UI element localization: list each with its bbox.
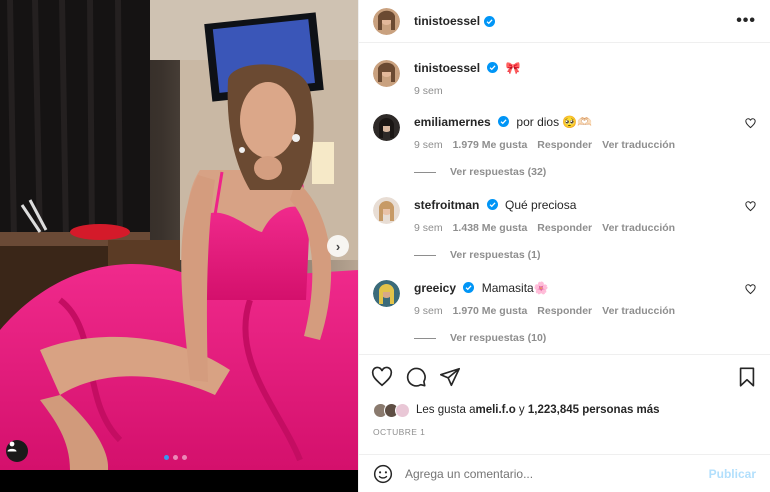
comment-item: stefroitman Qué preciosa 9 sem 1.438 Me …	[373, 197, 756, 261]
avatar[interactable]	[373, 197, 400, 224]
view-replies-button[interactable]: Ver respuestas (10)	[414, 332, 756, 344]
caption-text: 🎀	[505, 61, 521, 75]
comment-text: por dios 🥺🫶🏻	[516, 115, 593, 129]
replies-divider	[414, 254, 436, 256]
comment-time[interactable]: 9 sem	[414, 139, 443, 151]
caption-time[interactable]: 9 sem	[414, 85, 443, 97]
add-comment-bar: Publicar	[359, 454, 770, 492]
save-bookmark-icon[interactable]	[736, 366, 758, 388]
likes-summary[interactable]: Les gusta a meli.f.o y 1,223,845 persona…	[359, 399, 770, 421]
photo-illustration	[0, 0, 358, 470]
likes-joiner: y	[515, 404, 528, 416]
photo-bottom-bar	[0, 470, 358, 492]
comment-body: emiliamernes por dios 🥺🫶🏻	[414, 114, 756, 130]
view-replies-button[interactable]: Ver respuestas (32)	[414, 166, 756, 178]
instagram-post-modal: › tinistoessel ••• tinistoessel 🎀 9 sem …	[0, 0, 770, 492]
caption-body: tinistoessel 🎀	[414, 60, 756, 76]
view-replies-label: Ver respuestas (10)	[450, 332, 547, 344]
replies-divider	[414, 337, 436, 339]
action-icons-row	[359, 355, 770, 399]
likes-count[interactable]: 1,223,845 personas más	[528, 404, 660, 416]
caption-username[interactable]: tinistoessel	[414, 61, 480, 75]
post-header: tinistoessel •••	[359, 0, 770, 43]
avatar[interactable]	[373, 114, 400, 141]
author-avatar-image	[373, 7, 400, 35]
comment-item: greeicy Mamasita🌸 9 sem 1.970 Me gusta R…	[373, 280, 756, 344]
avatar[interactable]	[373, 60, 400, 87]
like-heart-icon[interactable]	[371, 366, 393, 388]
caption-meta: 9 sem	[414, 85, 756, 97]
like-comment-heart-icon[interactable]	[745, 284, 756, 295]
view-replies-button[interactable]: Ver respuestas (1)	[414, 249, 756, 261]
verified-badge-icon	[463, 282, 475, 293]
carousel-dot	[173, 455, 178, 460]
caption: tinistoessel 🎀 9 sem	[373, 60, 756, 97]
commenter-avatar-image	[373, 280, 400, 307]
reply-button[interactable]: Responder	[537, 139, 592, 151]
comment-username[interactable]: greeicy	[414, 281, 456, 295]
author-username[interactable]: tinistoessel	[414, 14, 480, 28]
comment-item: emiliamernes por dios 🥺🫶🏻 9 sem 1.979 Me…	[373, 114, 756, 178]
post-date[interactable]: OCTUBRE 1	[359, 421, 770, 443]
comment-text: Qué preciosa	[505, 198, 577, 212]
avatar[interactable]	[373, 280, 400, 307]
comment-input[interactable]	[405, 466, 709, 481]
reply-button[interactable]: Responder	[537, 222, 592, 234]
liker-username[interactable]: meli.f.o	[475, 404, 515, 416]
comment-meta: 9 sem 1.438 Me gusta Responder Ver tradu…	[414, 222, 756, 234]
comment-time[interactable]: 9 sem	[414, 222, 443, 234]
comment-bubble-icon[interactable]	[405, 366, 427, 388]
comment-likes[interactable]: 1.979 Me gusta	[453, 139, 528, 151]
commenter-avatar-image	[373, 197, 400, 224]
translate-button[interactable]: Ver traducción	[602, 139, 675, 151]
likes-prefix: Les gusta a	[416, 404, 476, 416]
verified-badge-icon	[484, 15, 496, 27]
translate-button[interactable]: Ver traducción	[602, 222, 675, 234]
post-details-panel: tinistoessel ••• tinistoessel 🎀 9 sem em…	[358, 0, 770, 492]
liker-avatar	[395, 402, 410, 418]
avatar[interactable]	[373, 7, 400, 35]
liker-avatars	[373, 402, 410, 418]
like-comment-heart-icon[interactable]	[745, 118, 756, 129]
comment-username[interactable]: emiliamernes	[414, 115, 491, 129]
author-avatar-image	[373, 60, 400, 87]
commenter-avatar-image	[373, 114, 400, 141]
publish-button[interactable]: Publicar	[709, 467, 756, 481]
emoji-picker-icon[interactable]	[373, 464, 393, 484]
comment-meta: 9 sem 1.979 Me gusta Responder Ver tradu…	[414, 139, 756, 151]
replies-divider	[414, 171, 436, 173]
view-replies-label: Ver respuestas (32)	[450, 166, 547, 178]
translate-button[interactable]: Ver traducción	[602, 305, 675, 317]
user-icon	[7, 441, 17, 452]
comment-likes[interactable]: 1.438 Me gusta	[453, 222, 528, 234]
carousel-dot	[164, 455, 169, 460]
view-replies-label: Ver respuestas (1)	[450, 249, 541, 261]
comment-meta: 9 sem 1.970 Me gusta Responder Ver tradu…	[414, 305, 756, 317]
tagged-users-button[interactable]	[6, 440, 28, 462]
chevron-right-icon: ›	[335, 238, 341, 254]
comment-time[interactable]: 9 sem	[414, 305, 443, 317]
more-options-button[interactable]: •••	[736, 12, 756, 30]
verified-badge-icon	[486, 199, 498, 210]
carousel-next-button[interactable]: ›	[327, 235, 349, 257]
verified-badge-icon	[487, 62, 499, 73]
comment-username[interactable]: stefroitman	[414, 198, 479, 212]
carousel-dot	[182, 455, 187, 460]
post-actions: Les gusta a meli.f.o y 1,223,845 persona…	[359, 354, 770, 443]
comment-body: stefroitman Qué preciosa	[414, 197, 756, 213]
verified-badge-icon	[498, 116, 510, 127]
comment-text: Mamasita🌸	[481, 281, 549, 295]
share-paper-plane-icon[interactable]	[439, 366, 461, 388]
comments-list: tinistoessel 🎀 9 sem emiliamernes por di…	[359, 44, 770, 354]
post-photo: ›	[0, 0, 358, 470]
comment-likes[interactable]: 1.970 Me gusta	[453, 305, 528, 317]
carousel-dots	[164, 455, 187, 460]
reply-button[interactable]: Responder	[537, 305, 592, 317]
like-comment-heart-icon[interactable]	[745, 201, 756, 212]
comment-body: greeicy Mamasita🌸	[414, 280, 756, 296]
